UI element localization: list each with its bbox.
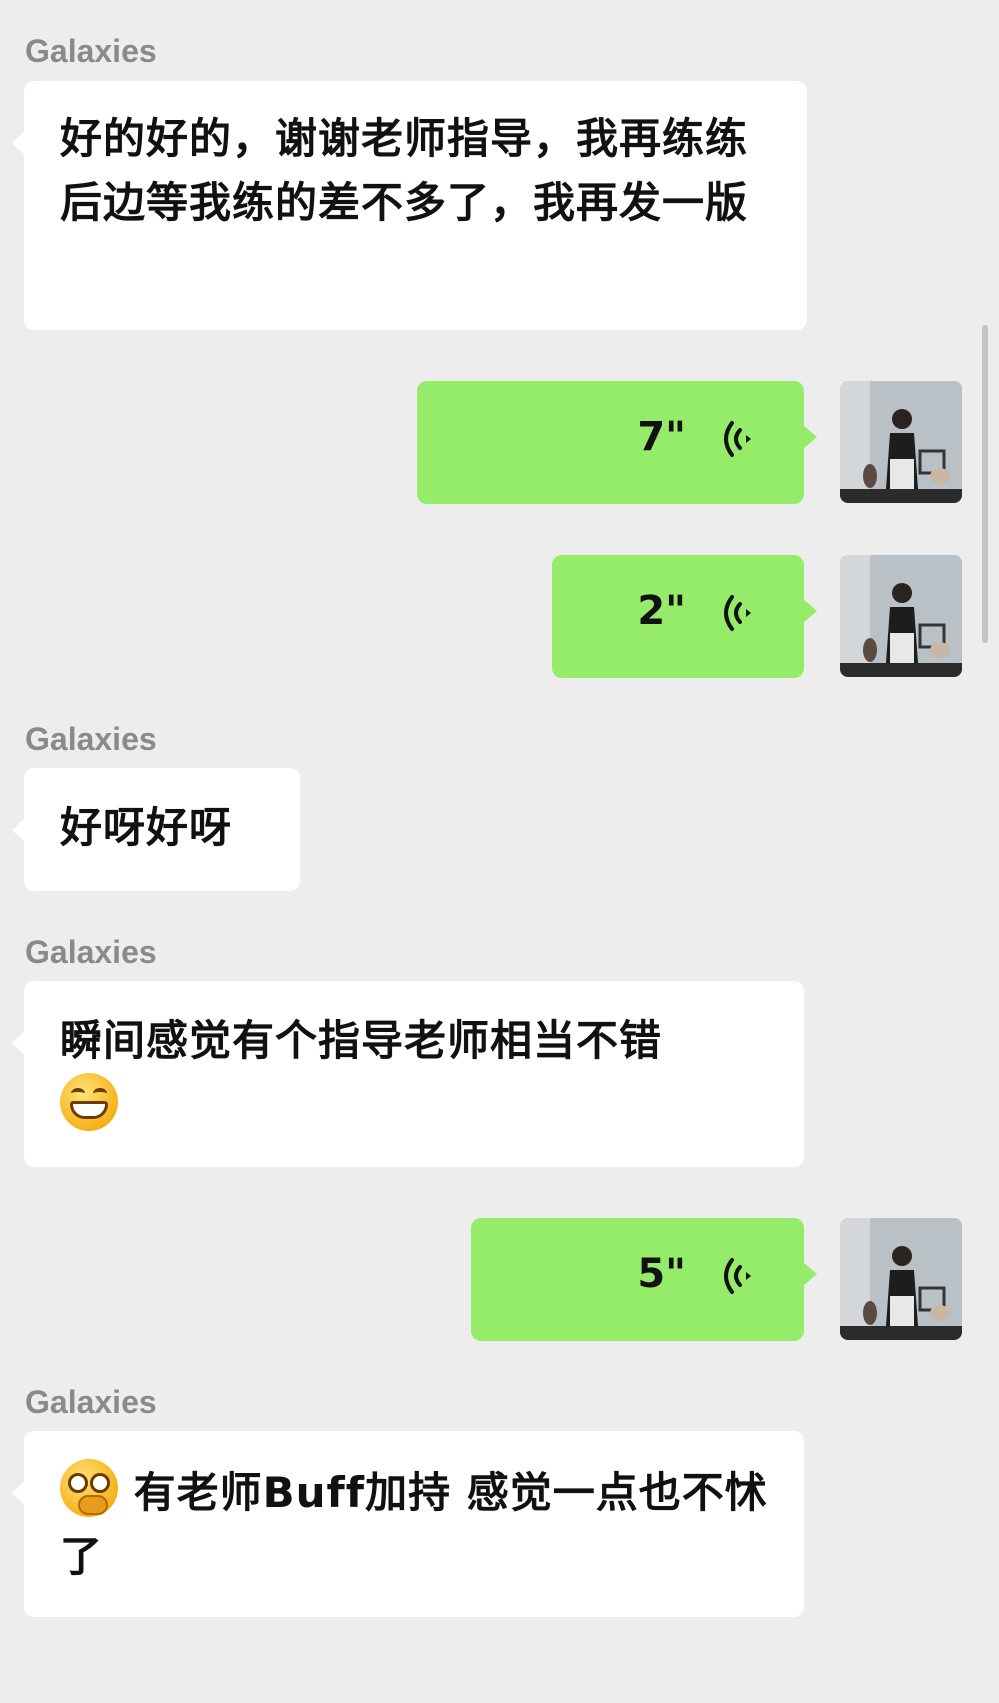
voice-wave-icon bbox=[724, 1258, 751, 1294]
outgoing-voice-bubble[interactable]: 2" bbox=[552, 555, 817, 678]
chat-message-list[interactable]: Galaxies 好的好的，谢谢老师指导，我再练练后边等我练的差不多了，我再发一… bbox=[0, 0, 999, 1703]
scrollbar[interactable] bbox=[982, 325, 988, 643]
avatar-photo bbox=[840, 555, 962, 677]
avatar-photo bbox=[840, 381, 962, 503]
voice-duration: 7" bbox=[637, 414, 686, 460]
sender-name: Galaxies bbox=[25, 934, 157, 970]
outgoing-voice-bubble[interactable]: 5" bbox=[471, 1218, 817, 1341]
grinning-face-emoji bbox=[60, 1073, 118, 1131]
avatar[interactable] bbox=[840, 381, 962, 503]
avatar[interactable] bbox=[840, 1218, 962, 1340]
thinking-face-emoji bbox=[60, 1459, 118, 1517]
voice-wave-icon bbox=[724, 595, 751, 631]
message-text: 好呀好呀 bbox=[60, 803, 233, 852]
message-text: 好的好的，谢谢老师指导，我再练练后边等我练的差不多了，我再发一版 bbox=[60, 114, 749, 227]
sender-name: Galaxies bbox=[25, 33, 157, 69]
avatar-photo bbox=[840, 1218, 962, 1340]
voice-duration: 2" bbox=[637, 588, 686, 634]
message-text: 瞬间感觉有个指导老师相当不错 bbox=[60, 1016, 663, 1065]
incoming-text-bubble[interactable]: 好呀好呀 bbox=[12, 768, 300, 891]
sender-name: Galaxies bbox=[25, 721, 157, 757]
voice-duration: 5" bbox=[637, 1251, 686, 1297]
message-text: 有老师Buff加持 感觉一点也不怵了 bbox=[60, 1468, 768, 1581]
message-text-container: 瞬间感觉有个指导老师相当不错 bbox=[60, 1009, 774, 1139]
voice-wave-icon bbox=[724, 421, 751, 457]
outgoing-voice-bubble[interactable]: 7" bbox=[417, 381, 817, 504]
avatar[interactable] bbox=[840, 555, 962, 677]
incoming-text-bubble[interactable]: 好的好的，谢谢老师指导，我再练练后边等我练的差不多了，我再发一版 bbox=[12, 81, 807, 330]
sender-name: Galaxies bbox=[25, 1384, 157, 1420]
incoming-text-bubble[interactable]: 有老师Buff加持 感觉一点也不怵了 bbox=[12, 1431, 804, 1617]
incoming-text-bubble[interactable]: 瞬间感觉有个指导老师相当不错 bbox=[12, 981, 804, 1167]
message-text-container: 有老师Buff加持 感觉一点也不怵了 bbox=[60, 1459, 774, 1589]
